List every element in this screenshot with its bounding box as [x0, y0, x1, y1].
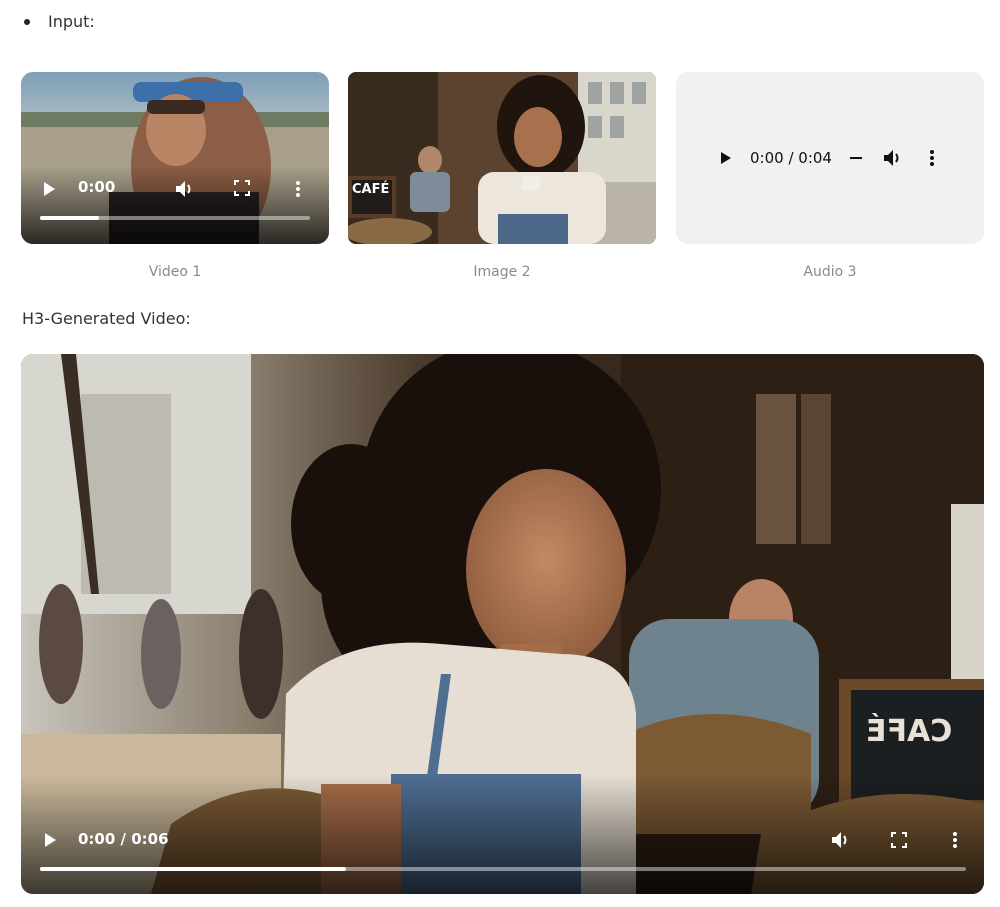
fullscreen-button[interactable]: [232, 178, 252, 198]
volume-button[interactable]: [174, 178, 196, 200]
audio-play-button[interactable]: [716, 148, 736, 168]
input-audio-3[interactable]: 0:00 / 0:04: [676, 72, 984, 244]
caption-audio-3: Audio 3: [803, 264, 857, 280]
generated-video-progress-fill: [40, 867, 346, 871]
input-bullet: Input:: [24, 12, 95, 31]
fullscreen-icon: [891, 832, 907, 848]
audio-3-time: 0:00 / 0:04: [750, 149, 832, 167]
video-1-progress-fill: [40, 216, 100, 220]
generated-video-player[interactable]: CAFÉ 0:00 / 0:06: [21, 354, 984, 894]
video-1-time: 0:00: [78, 178, 116, 196]
more-vert-icon: [953, 832, 957, 848]
volume-icon: [884, 150, 899, 166]
more-options-button[interactable]: [289, 178, 307, 200]
audio-progress-bar: [850, 157, 862, 159]
audio-more-button[interactable]: [924, 148, 940, 168]
volume-icon: [176, 181, 191, 197]
generated-volume-button[interactable]: [829, 828, 853, 852]
bullet-dot: [24, 18, 30, 25]
generated-more-button[interactable]: [946, 829, 964, 851]
more-vert-icon: [296, 181, 300, 197]
more-vert-icon: [930, 150, 934, 166]
generated-video-frame: [21, 354, 984, 894]
cafe-sign: CAFÉ: [352, 182, 390, 197]
generated-fullscreen-button[interactable]: [888, 829, 910, 851]
play-button[interactable]: [39, 179, 59, 199]
generated-video-label: H3-Generated Video:: [22, 309, 191, 328]
play-icon: [45, 833, 56, 847]
audio-progress[interactable]: [848, 148, 864, 168]
image-2-frame: [348, 72, 656, 244]
caption-video-1: Video 1: [148, 264, 202, 280]
input-image-2: CAFÉ: [348, 72, 656, 244]
audio-volume-button[interactable]: [882, 148, 904, 168]
play-icon: [721, 152, 731, 164]
input-video-1[interactable]: 0:00: [21, 72, 329, 244]
generated-video-time: 0:00 / 0:06: [78, 830, 169, 848]
caption-image-2: Image 2: [473, 264, 531, 280]
generated-video-progress[interactable]: [40, 867, 966, 871]
fullscreen-icon: [234, 180, 250, 196]
input-label: Input:: [48, 12, 95, 31]
generated-play-button[interactable]: [39, 829, 61, 851]
volume-icon: [832, 832, 847, 848]
video-1-progress[interactable]: [40, 216, 310, 220]
cafe-sign-mirrored: CAFÉ: [866, 714, 953, 749]
play-icon: [44, 182, 55, 196]
